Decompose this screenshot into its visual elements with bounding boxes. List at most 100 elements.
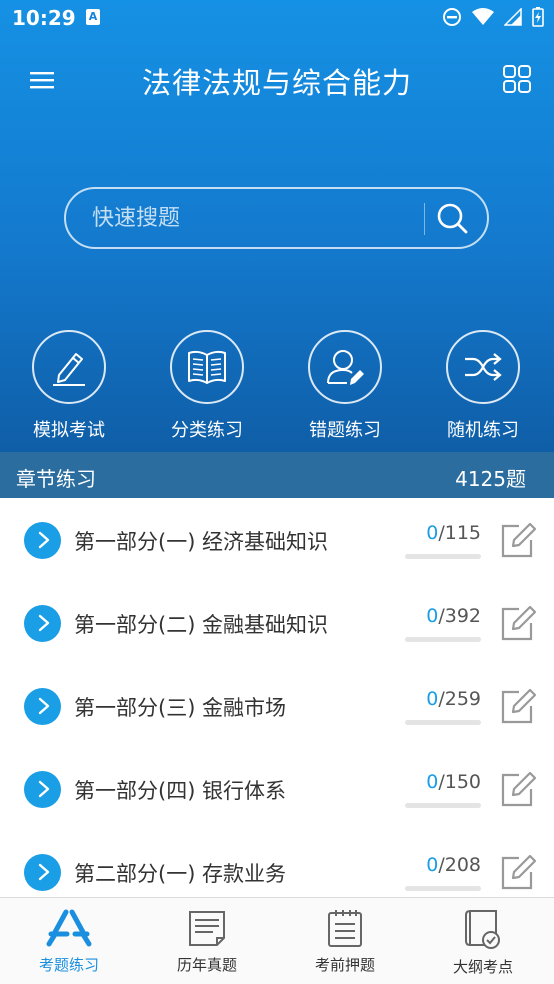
feature-label: 模拟考试 [33, 420, 105, 441]
list-item[interactable]: 第一部分(一) 经济基础知识 0/115 [0, 498, 554, 581]
chapter-progress: 0/115 [405, 522, 481, 544]
feature-grid: 模拟考试 分类练习 错题练习 随机练习 [0, 330, 554, 448]
tab-label: 考题练习 [38, 956, 99, 974]
book-check-icon [465, 910, 500, 949]
tab-label: 考前押题 [314, 956, 375, 974]
edit-icon [501, 605, 537, 641]
chapter-name: 第二部分(一) 存款业务 [74, 862, 287, 886]
feature-label: 随机练习 [447, 420, 519, 441]
list-item[interactable]: 第一部分(三) 金融市场 0/259 [0, 664, 554, 747]
chapter-progress: 0/208 [405, 854, 481, 876]
chapter-name: 第一部分(一) 经济基础知识 [74, 530, 329, 554]
chapter-name: 第一部分(二) 金融基础知识 [74, 613, 329, 637]
search-divider [424, 203, 425, 235]
progress-total: /115 [438, 522, 481, 544]
progress-done: 0 [426, 771, 439, 793]
feature-icon-ring [170, 330, 244, 404]
book-icon [188, 350, 226, 384]
newspaper-icon [189, 911, 225, 946]
progress-bar [405, 554, 481, 559]
page-title: 法律法规与综合能力 [141, 66, 412, 100]
feature-category-practice[interactable]: 分类练习 [138, 330, 276, 442]
feature-icon-ring [32, 330, 106, 404]
practice-button[interactable] [497, 603, 537, 643]
feature-icon-ring [446, 330, 520, 404]
feature-label: 错题练习 [309, 420, 381, 441]
progress-total: /208 [438, 854, 481, 876]
app-store-icon [46, 909, 92, 947]
chapter-progress: 0/392 [405, 605, 481, 627]
status-bar: 10:29 A [0, 0, 554, 38]
search-button[interactable] [434, 200, 472, 238]
chapter-list: 第一部分(一) 经济基础知识 0/115 第一部分(二) 金融基础知识 0/39… [0, 498, 554, 897]
chapter-name: 第一部分(三) 金融市场 [74, 696, 287, 720]
grid-icon [503, 65, 531, 93]
edit-icon [501, 688, 537, 724]
chapter-progress: 0/150 [405, 771, 481, 793]
expand-button[interactable] [24, 522, 61, 559]
tab-label: 大纲考点 [452, 958, 513, 976]
chevron-right-icon [38, 614, 50, 632]
feature-label: 分类练习 [171, 420, 243, 441]
feature-random-practice[interactable]: 随机练习 [414, 330, 552, 442]
progress-done: 0 [426, 688, 439, 710]
chapter-name: 第一部分(四) 银行体系 [74, 779, 287, 803]
feature-wrong-practice[interactable]: 错题练习 [276, 330, 414, 442]
progress-done: 0 [426, 605, 439, 627]
chapter-progress: 0/259 [405, 688, 481, 710]
search-box [64, 187, 489, 249]
tab-syllabus-points[interactable]: 大纲考点 [414, 908, 552, 977]
expand-button[interactable] [24, 854, 61, 891]
progress-total: /259 [438, 688, 481, 710]
status-icons [442, 7, 544, 27]
wifi-icon [472, 8, 494, 25]
practice-button[interactable] [497, 769, 537, 809]
grid-menu-button[interactable] [502, 64, 532, 94]
expand-button[interactable] [24, 605, 61, 642]
notepad-icon [328, 910, 362, 947]
section-title: 章节练习 [16, 467, 96, 491]
practice-button[interactable] [497, 686, 537, 726]
chevron-right-icon [38, 780, 50, 798]
notification-icon: A [86, 9, 100, 25]
search-input[interactable] [92, 201, 412, 235]
progress-bar [405, 803, 481, 808]
list-item[interactable]: 第一部分(四) 银行体系 0/150 [0, 747, 554, 830]
edit-icon [501, 771, 537, 807]
feature-icon-ring [308, 330, 382, 404]
practice-button[interactable] [497, 520, 537, 560]
expand-button[interactable] [24, 771, 61, 808]
feature-mock-exam[interactable]: 模拟考试 [0, 330, 138, 442]
progress-total: /392 [438, 605, 481, 627]
practice-button[interactable] [497, 852, 537, 892]
do-not-disturb-icon [443, 8, 461, 26]
progress-total: /150 [438, 771, 481, 793]
top-toolbar: 法律法规与综合能力 [0, 50, 554, 110]
list-item[interactable]: 第二部分(一) 存款业务 0/208 [0, 830, 554, 897]
list-item[interactable]: 第一部分(二) 金融基础知识 0/392 [0, 581, 554, 664]
tab-past-papers[interactable]: 历年真题 [138, 908, 276, 975]
battery-icon [532, 7, 544, 27]
question-count: 4125题 [455, 467, 526, 491]
shuffle-icon [465, 353, 502, 381]
signal-icon [504, 8, 522, 26]
chapter-section-header: 章节练习 4125题 [0, 452, 554, 498]
progress-bar [405, 720, 481, 725]
tab-predicted-questions[interactable]: 考前押题 [276, 908, 414, 975]
progress-bar [405, 637, 481, 642]
chevron-right-icon [38, 531, 50, 549]
edit-icon [501, 854, 537, 890]
progress-bar [405, 886, 481, 891]
chevron-right-icon [38, 697, 50, 715]
tab-exam-practice[interactable]: 考题练习 [0, 908, 138, 975]
progress-done: 0 [426, 522, 439, 544]
tab-label: 历年真题 [176, 956, 237, 974]
chevron-right-icon [38, 863, 50, 881]
progress-done: 0 [426, 854, 439, 876]
user-edit-icon [327, 350, 364, 385]
search-icon [437, 203, 468, 234]
edit-icon [501, 522, 537, 558]
expand-button[interactable] [24, 688, 61, 725]
status-time: 10:29 [12, 6, 76, 30]
pen-icon [53, 353, 85, 386]
